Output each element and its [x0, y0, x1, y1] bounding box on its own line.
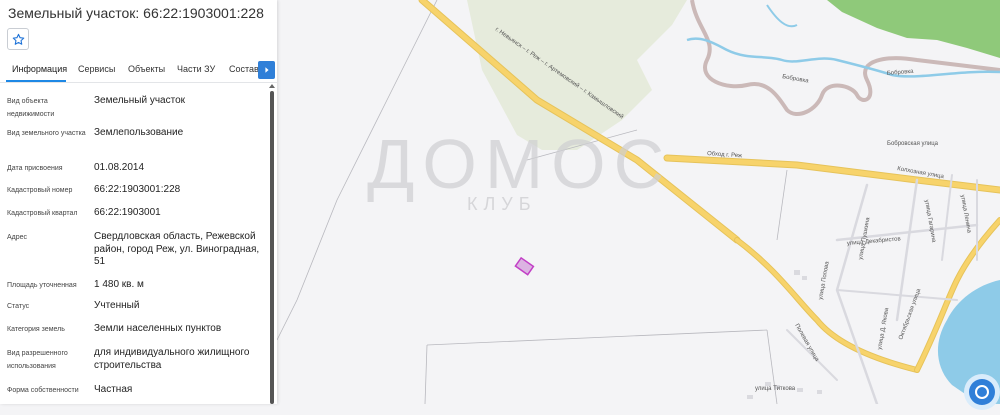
label-bobrovskaya: Бобровская улица: [887, 141, 939, 147]
favorite-button[interactable]: [7, 28, 29, 50]
tab-info[interactable]: Информация: [12, 64, 67, 74]
tabs-next-button[interactable]: [258, 61, 275, 79]
page-title: Земельный участок: 66:22:1903001:228: [8, 5, 264, 21]
property-label: Вид разрешенного использования: [7, 350, 68, 370]
tab-bar: Информация Сервисы Объекты Части ЗУ Сост…: [0, 58, 277, 83]
property-value: Земельный участок: [94, 95, 186, 106]
property-label: Площадь уточненная: [7, 282, 77, 289]
area-value: 1 480 кв. м: [94, 279, 144, 290]
tab-services[interactable]: Сервисы: [78, 64, 115, 74]
info-panel: Земельный участок: 66:22:1903001:228 Инф…: [0, 0, 277, 404]
tab-parcel-parts[interactable]: Части ЗУ: [177, 64, 215, 74]
locate-icon: [964, 374, 1000, 410]
property-label: Дата присвоения: [7, 165, 63, 172]
map-canvas[interactable]: ДОМОС КЛУБ г. Невьянск – г. Реж – г. Арт…: [276, 0, 1000, 406]
label-tetkina: улица Титкова: [755, 386, 796, 392]
scroll-up-arrow[interactable]: [269, 84, 275, 88]
property-label: Категория земель: [7, 326, 65, 333]
property-label: Кадастровый квартал: [7, 210, 78, 217]
address-value: Свердловская область, Режевской район, г…: [94, 231, 260, 267]
property-label: Вид земельного участка: [7, 130, 86, 137]
property-label: Вид объекта недвижимости: [7, 98, 55, 118]
property-label: Форма собственности: [7, 387, 79, 394]
ownership-value: Частная: [94, 384, 133, 395]
property-label: Кадастровый номер: [7, 187, 73, 194]
property-value: 01.08.2014: [94, 162, 145, 173]
permitted-use-value: для индивидуального жилищного строительс…: [94, 347, 250, 371]
cadastral-number-value: 66:22:1903001:228: [94, 184, 181, 195]
tab-composition[interactable]: Состав: [229, 64, 259, 74]
property-label: Адрес: [7, 234, 28, 241]
tab-objects[interactable]: Объекты: [128, 64, 165, 74]
locate-button[interactable]: [960, 370, 1000, 410]
status-value: Учтенный: [94, 300, 140, 311]
cadastral-quarter-value: 66:22:1903001: [94, 207, 161, 218]
watermark-sub: КЛУБ: [467, 194, 537, 214]
watermark-main: ДОМОС: [367, 125, 672, 203]
star-icon: [12, 33, 24, 45]
active-tab-indicator: [6, 80, 66, 82]
land-category-value: Земли населенных пунктов: [94, 323, 222, 334]
property-value: Землепользование: [94, 127, 184, 138]
map-view[interactable]: ДОМОС КЛУБ г. Невьянск – г. Реж – г. Арт…: [276, 0, 1000, 406]
chevron-right-icon: [264, 67, 269, 73]
panel-scrollbar[interactable]: [270, 91, 274, 404]
property-label: Статус: [7, 303, 30, 310]
